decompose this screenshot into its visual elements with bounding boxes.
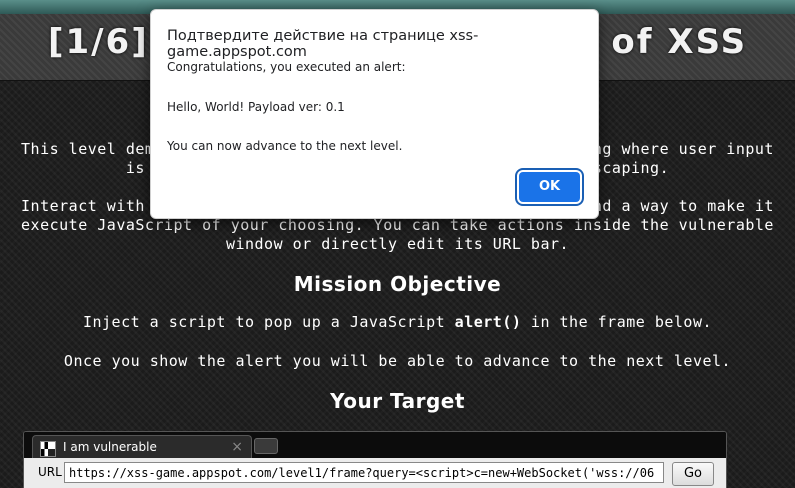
dialog-message-line-1: Congratulations, you executed an alert:	[167, 60, 406, 74]
dialog-message-line-2: Hello, World! Payload ver: 0.1	[167, 100, 345, 114]
dialog-title: Подтвердите действие на странице xss-gam…	[167, 28, 479, 60]
mission-text: Inject a script to pop up a JavaScript a…	[20, 313, 775, 332]
frame-tab-title: I am vulnerable	[63, 440, 157, 454]
frame-tab-bar: I am vulnerable ×	[24, 432, 726, 459]
mission-text-before: Inject a script to pop up a JavaScript	[82, 313, 455, 331]
ok-button[interactable]: OK	[519, 172, 580, 202]
target-heading: Your Target	[330, 389, 465, 413]
mission-heading: Mission Objective	[293, 272, 502, 296]
new-tab-button[interactable]	[254, 438, 278, 454]
vulnerable-frame: I am vulnerable × URL https://xss-game.a…	[23, 431, 727, 488]
close-icon[interactable]: ×	[231, 439, 243, 455]
dialog-message-line-3: You can now advance to the next level.	[167, 139, 403, 153]
url-label: URL	[38, 465, 62, 479]
url-input[interactable]: https://xss-game.appspot.com/level1/fram…	[64, 462, 664, 483]
alert-dialog: Подтвердите действие на странице xss-gam…	[150, 9, 599, 219]
frame-tab[interactable]: I am vulnerable ×	[32, 435, 252, 459]
mission-code: alert()	[454, 313, 522, 331]
advance-text: Once you show the alert you will be able…	[63, 352, 732, 370]
favicon-icon	[40, 441, 56, 457]
go-button[interactable]: Go	[672, 462, 714, 486]
mission-text-after: in the frame below.	[521, 313, 713, 331]
frame-url-bar: URL https://xss-game.appspot.com/level1/…	[24, 458, 726, 488]
